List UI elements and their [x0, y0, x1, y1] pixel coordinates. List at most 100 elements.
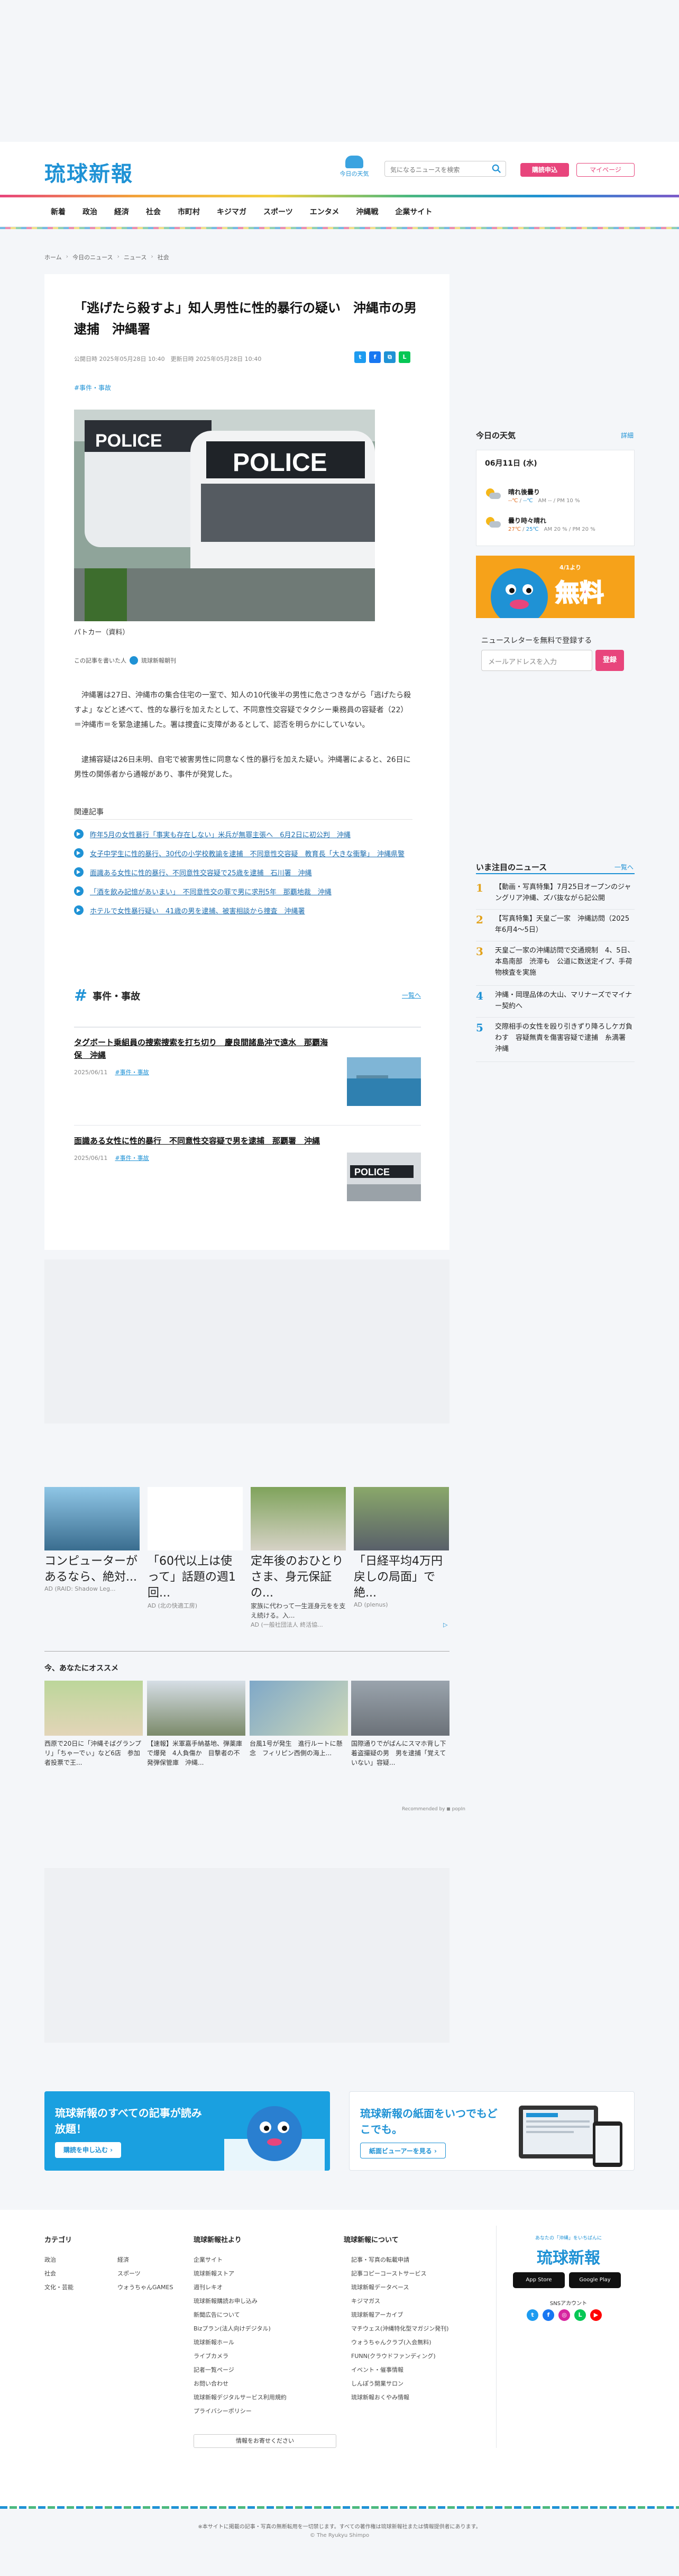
footer-link[interactable]: 文化・芸能 [44, 2283, 74, 2291]
footer-link[interactable]: 琉球新報購読お申し込み [194, 2297, 258, 2305]
nav-item-society[interactable]: 社会 [137, 197, 169, 227]
nav-item-corporate[interactable]: 企業サイト [387, 197, 441, 227]
instagram-icon[interactable]: ◎ [558, 2309, 570, 2321]
line-icon[interactable]: L [399, 351, 410, 363]
ranking-item[interactable]: 5 交際相手の女性を殴り引きずり降ろしケガ負わす 容疑無責を傷害容疑で逮捕 糸満署… [476, 1021, 635, 1055]
search-input[interactable]: 気になるニュースを検索 [384, 161, 506, 177]
news-card[interactable]: 面識ある女性に性的暴行 不同意性交容疑で男を逮捕 那覇署 沖縄 2025/06/… [74, 1135, 421, 1201]
related-link[interactable]: 女子中学生に性的暴行、30代の小学校教諭を逮捕 不同意性交容疑 教育長「大きな衝… [74, 843, 412, 863]
weather-more-link[interactable]: 詳細 [621, 431, 634, 440]
footer-link[interactable]: イベント・催事情報 [351, 2365, 403, 2374]
breadcrumb-today[interactable]: 今日のニュース [72, 253, 113, 261]
subscribe-banner-button[interactable]: 購読を申し込む › [55, 2142, 122, 2158]
twitter-icon[interactable]: t [527, 2309, 538, 2321]
tip-submit-button[interactable]: 情報をお寄せください [194, 2434, 336, 2448]
recommend-powered-by[interactable]: Recommended by ◼ popIn [402, 1807, 465, 1812]
footer-link[interactable]: 新聞広告について [194, 2310, 240, 2319]
recommend-item[interactable]: 西原で20日に「沖縄そばグランプリ」「ちゃーでぃ」など6店 参加者投票で王... [44, 1681, 143, 1767]
footer-link[interactable]: プライバシーポリシー [194, 2407, 252, 2415]
footer-link[interactable]: 記事コピーコーストサービス [351, 2269, 426, 2278]
nav-item-economy[interactable]: 経済 [106, 197, 137, 227]
footer-link[interactable]: ウォうちゃんGAMES [117, 2283, 173, 2291]
footer-link[interactable]: お問い合わせ [194, 2379, 228, 2388]
footer-link[interactable]: 琉球新報アーカイブ [351, 2310, 403, 2319]
breadcrumb-news[interactable]: ニュース [124, 253, 146, 261]
footer-link[interactable]: FUNN(クラウドファンディング) [351, 2352, 436, 2360]
footer-link[interactable]: 琉球新報データベース [351, 2283, 409, 2291]
site-logo[interactable]: 琉球新報 [44, 157, 133, 187]
recommend-item[interactable]: 【速報】米軍嘉手納基地、弾薬庫で爆発 4人負傷か 目撃者の不発弾保管庫 沖縄..… [147, 1681, 245, 1767]
ranking-item[interactable]: 1 【動画・写真特集】7月25日オープンのジャングリア沖縄、ズバ抜ながら記公開 [476, 882, 635, 904]
nav-item-okinawa-war[interactable]: 沖縄戦 [347, 197, 387, 227]
subscribe-button[interactable]: 購読申込 [520, 163, 569, 177]
nav-item-politics[interactable]: 政治 [74, 197, 106, 227]
ranking-item[interactable]: 2 【写真特集】天皇ご一家 沖縄訪問（2025年6月4〜5日） [476, 913, 635, 936]
footer-link[interactable]: 社会 [44, 2269, 56, 2278]
related-link[interactable]: ホテルで女性暴行疑い 41歳の男を逮捕、被害相談から捜査 沖縄署 [74, 901, 412, 920]
nav-item-new[interactable]: 新着 [42, 197, 74, 227]
nav-item-municipal[interactable]: 市町村 [169, 197, 208, 227]
footer-link[interactable]: 琉球新報おくやみ情報 [351, 2393, 409, 2401]
author-name[interactable]: 琉球新報朝刊 [141, 656, 176, 665]
google-play-badge[interactable]: Google Play [569, 2272, 621, 2288]
footer-link[interactable]: 経済 [117, 2255, 129, 2264]
copy-link-icon[interactable]: ⧉ [384, 351, 396, 363]
footer-link[interactable]: スポーツ [117, 2269, 141, 2278]
youtube-icon[interactable]: ▶ [590, 2309, 602, 2321]
footer-link[interactable]: しんぽう開業サロン [351, 2379, 403, 2388]
footer-link[interactable]: 記者一覧ページ [194, 2365, 234, 2374]
header-weather[interactable]: 今日の天気 [334, 156, 374, 178]
ad-card[interactable]: コンピューターがあるなら、絶対... AD (RAID: Shadow Leg.… [44, 1487, 140, 1592]
facebook-icon[interactable]: f [369, 351, 381, 363]
footer-link[interactable]: 週刊レキオ [194, 2283, 223, 2291]
card-thumbnail[interactable]: POLICE [347, 1153, 421, 1201]
card-title[interactable]: 面識ある女性に性的暴行 不同意性交容疑で男を逮捕 那覇署 沖縄 [74, 1135, 332, 1147]
article-tag[interactable]: #事件・事故 [74, 383, 111, 392]
app-store-badge[interactable]: App Store [513, 2272, 565, 2288]
footer-link[interactable]: マチウェス(沖縄特化型マガジン発刊) [351, 2324, 449, 2333]
ranking-item[interactable]: 3 天皇ご一家の沖縄訪問で交通規制 4、5日、本島南部 渋滞も 公道に数送定イプ、… [476, 945, 635, 978]
footer-link[interactable]: 企業サイト [194, 2255, 223, 2264]
sidebar-promo-banner[interactable]: 4/1より 無料 [476, 556, 635, 618]
card-tag[interactable]: #事件・事故 [115, 1069, 149, 1076]
adchoices-icon[interactable]: ▷ [443, 1621, 447, 1628]
ad-card[interactable]: 「日経平均4万円戻しの局面」で絶... AD (plenus) [354, 1487, 449, 1608]
footer-link[interactable]: 琉球新報デジタルサービス利用規約 [194, 2393, 287, 2401]
mypage-button[interactable]: マイページ [576, 163, 635, 177]
breadcrumb-society[interactable]: 社会 [158, 253, 169, 261]
news-card[interactable]: タグボート乗組員の捜索捜索を打ち切り 慶良間諸島沖で遠水 那覇海保 沖縄 202… [74, 1036, 421, 1106]
section-more-link[interactable]: 一覧へ [402, 991, 421, 1000]
footer-link[interactable]: 琉球新報ストア [194, 2269, 234, 2278]
related-link[interactable]: 面識ある女性に性的暴行、不同意性交容疑で25歳を逮捕 石川署 沖縄 [74, 863, 412, 882]
viewer-banner-button[interactable]: 紙面ビューアーを見る › [360, 2143, 446, 2158]
recommend-item[interactable]: 台風1号が発生 進行ルートに懸念 フィリピン西側の海上... [250, 1681, 348, 1758]
nav-item-sports[interactable]: スポーツ [255, 197, 301, 227]
footer-link[interactable]: Bizプラン(法人向けデジタル) [194, 2324, 271, 2333]
subscribe-banner[interactable]: 琉球新報のすべての記事が読み放題！ 購読を申し込む › [44, 2091, 330, 2171]
search-icon[interactable] [492, 164, 501, 174]
newsletter-email-input[interactable]: メールアドレスを入力 [481, 650, 592, 671]
footer-link[interactable]: 琉球新報ホール [194, 2338, 234, 2346]
ranking-item[interactable]: 4 沖縄・岡理品体の大山、マリナーズでマイナー契約へ [476, 990, 635, 1012]
ad-card[interactable]: 「60代以上は使って」話題の週1回... AD (北の快適工房) [148, 1487, 243, 1610]
nav-item-kijimaga[interactable]: キジマガ [208, 197, 255, 227]
footer-link[interactable]: 政治 [44, 2255, 56, 2264]
card-thumbnail[interactable] [347, 1057, 421, 1106]
footer-link[interactable]: 記事・写真の転載申請 [351, 2255, 409, 2264]
related-link[interactable]: 「酒を飲み記憶があいまい」 不同意性交の罪で男に求刑5年 那覇地裁 沖縄 [74, 882, 412, 901]
line-icon[interactable]: L [574, 2309, 586, 2321]
footer-link[interactable]: ライブカメラ [194, 2352, 228, 2360]
card-title[interactable]: タグボート乗組員の捜索捜索を打ち切り 慶良間諸島沖で遠水 那覇海保 沖縄 [74, 1036, 332, 1062]
card-tag[interactable]: #事件・事故 [115, 1155, 149, 1162]
facebook-icon[interactable]: f [543, 2309, 554, 2321]
ad-card[interactable]: 定年後のおひとりさま、身元保証の... 家族に代わって一生涯身元をを支え続ける。… [251, 1487, 346, 1629]
footer-logo[interactable]: 琉球新報 [524, 2245, 613, 2268]
recommend-item[interactable]: 国際通りでがばんにスマホ背し下着盗撮疑の男 男を逮捕「覚えていない」容疑... [351, 1681, 449, 1767]
nav-item-entertainment[interactable]: エンタメ [301, 197, 348, 227]
footer-link[interactable]: キジマガス [351, 2297, 380, 2305]
newsletter-submit-button[interactable]: 登録 [595, 650, 624, 671]
viewer-banner[interactable]: 琉球新報の紙面をいつでもどこでも。 紙面ビューアーを見る › [349, 2091, 635, 2171]
ranking-more-link[interactable]: 一覧へ [614, 863, 634, 872]
footer-link[interactable]: ウォうちゃんクラブ(入会無料) [351, 2338, 432, 2346]
breadcrumb-home[interactable]: ホーム [44, 253, 62, 261]
